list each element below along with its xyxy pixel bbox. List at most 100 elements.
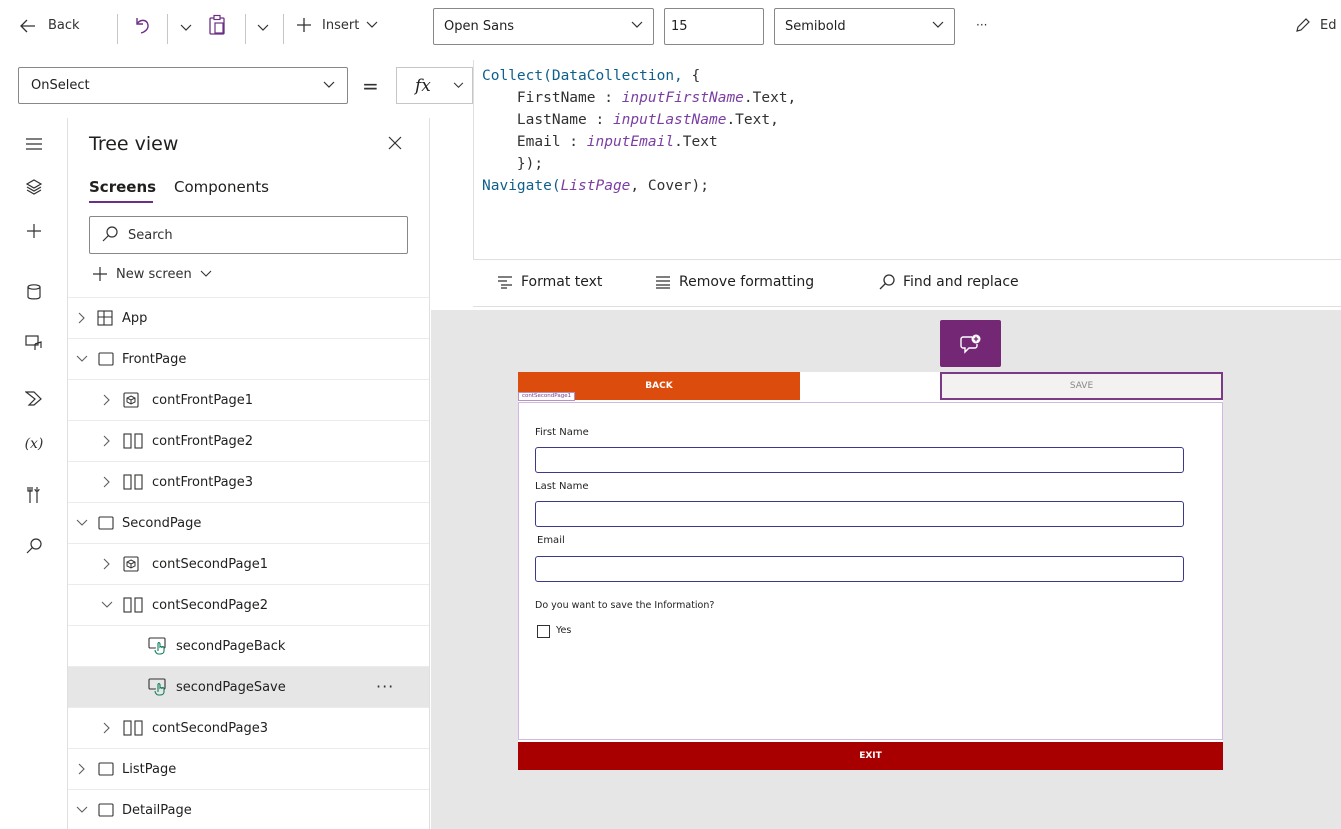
code-token: .Text, [726, 112, 779, 128]
tree-item-secondpage[interactable]: SecondPage [68, 502, 429, 543]
tree-item-secondpagesave[interactable]: secondPageSave ··· [68, 666, 429, 707]
paste-dropdown[interactable] [257, 24, 269, 32]
new-screen-label: New screen [116, 266, 192, 282]
tree-item-contfrontpage2[interactable]: contFrontPage2 [68, 420, 429, 461]
tree-item-app[interactable]: App [68, 297, 429, 338]
data-button[interactable] [22, 280, 46, 304]
tree-item-contfrontpage3[interactable]: contFrontPage3 [68, 461, 429, 502]
insert-label: Insert [322, 17, 360, 33]
back-label: Back [48, 18, 80, 33]
chevron-down-icon [932, 21, 944, 28]
chevron-down-icon [76, 519, 88, 526]
insert-button[interactable]: Insert [296, 17, 378, 33]
function-button[interactable]: fx [396, 67, 473, 104]
tree-item-contsecondpage3[interactable]: contSecondPage3 [68, 707, 429, 748]
remove-formatting-button[interactable]: Remove formatting [655, 274, 814, 290]
plus-icon [93, 267, 107, 281]
screen-icon [98, 516, 114, 530]
tree-item-label: secondPageBack [176, 638, 286, 654]
tree-item-secondpageback[interactable]: secondPageBack [68, 625, 429, 666]
tab-components[interactable]: Components [174, 178, 269, 196]
hamburger-icon [26, 138, 42, 150]
undo-button[interactable] [133, 15, 151, 35]
search-placeholder: Search [128, 227, 173, 243]
design-canvas[interactable]: BACK SAVE contSecondPage1 First Name Las… [431, 310, 1341, 829]
variables-button[interactable]: (x) [22, 432, 46, 456]
property-select[interactable]: OnSelect [18, 67, 348, 104]
close-panel-button[interactable] [388, 136, 402, 150]
paste-button[interactable] [208, 14, 226, 36]
item-more-button[interactable]: ··· [376, 677, 394, 696]
find-replace-label: Find and replace [903, 274, 1019, 290]
tree-item-listpage[interactable]: ListPage [68, 748, 429, 789]
tree-item-label: ListPage [122, 761, 177, 777]
tree-item-detailpage[interactable]: DetailPage [68, 789, 429, 829]
code-token: inputFirstName [621, 90, 744, 106]
tree-view-button[interactable] [22, 175, 46, 199]
add-comment-button[interactable] [940, 320, 1001, 367]
equals-sign: = [362, 74, 379, 98]
formula-editor[interactable]: Collect(DataCollection, { FirstName : in… [473, 60, 1341, 260]
screen-icon [98, 352, 114, 366]
code-token: Navigate( [482, 178, 561, 194]
more-options-button[interactable]: ··· [976, 18, 987, 32]
yes-checkbox[interactable] [537, 625, 550, 638]
remove-formatting-label: Remove formatting [679, 274, 815, 290]
tree-item-label: DetailPage [122, 802, 192, 818]
undo-dropdown[interactable] [180, 24, 192, 32]
code-token: inputLastName [612, 112, 727, 128]
toolbar-divider [245, 14, 246, 44]
horizontal-container-icon [123, 474, 143, 490]
tree-item-label: contFrontPage3 [152, 474, 254, 490]
font-size-input[interactable]: 15 [664, 8, 764, 45]
advanced-tools-button[interactable] [22, 483, 46, 507]
font-family-value: Open Sans [444, 19, 515, 34]
horizontal-container-icon [123, 433, 143, 449]
exit-button[interactable]: EXIT [518, 742, 1223, 770]
chevron-right-icon [103, 394, 110, 406]
layers-icon [26, 179, 42, 195]
tools-icon [27, 487, 40, 503]
media-icon [25, 335, 42, 350]
insert-rail-button[interactable] [22, 219, 46, 243]
screen-icon [98, 803, 114, 817]
chevron-right-icon [78, 312, 85, 324]
app-screen-preview[interactable]: BACK SAVE contSecondPage1 First Name Las… [518, 372, 1223, 770]
tree-item-contsecondpage2[interactable]: contSecondPage2 [68, 584, 429, 625]
chevron-down-icon [366, 21, 378, 28]
last-name-input[interactable] [535, 501, 1184, 527]
left-rail: (x) [0, 118, 68, 829]
code-token: FirstName : [482, 90, 622, 106]
tree-item-label: contFrontPage1 [152, 392, 254, 408]
edit-button[interactable]: Ed [1295, 17, 1336, 33]
search-input[interactable]: Search [89, 216, 408, 254]
plus-icon [297, 18, 311, 32]
menu-button[interactable] [22, 132, 46, 156]
new-screen-button[interactable]: New screen [92, 266, 212, 282]
find-replace-button[interactable]: Find and replace [879, 274, 1019, 290]
property-value: OnSelect [31, 78, 90, 93]
tree-item-frontpage[interactable]: FrontPage [68, 338, 429, 379]
database-icon [27, 284, 41, 300]
font-family-select[interactable]: Open Sans [433, 8, 654, 45]
format-text-button[interactable]: Format text [497, 274, 602, 290]
media-button[interactable] [22, 331, 46, 355]
formula-format-bar: Format text Remove formatting Find and r… [473, 260, 1341, 307]
second-page-save-button[interactable]: SAVE [940, 372, 1223, 400]
code-token: Email : [482, 134, 587, 150]
search-icon [879, 274, 895, 290]
tree-view-panel: Tree view Screens Components Search New … [68, 118, 430, 829]
search-rail-button[interactable] [22, 534, 46, 558]
power-automate-button[interactable] [22, 386, 46, 410]
edit-label: Ed [1320, 17, 1337, 33]
tree-item-contfrontpage1[interactable]: contFrontPage1 [68, 379, 429, 420]
back-button[interactable]: Back [20, 18, 80, 33]
tab-screens[interactable]: Screens [89, 178, 156, 196]
tree-item-label: SecondPage [122, 515, 202, 531]
email-input[interactable] [535, 556, 1184, 582]
font-weight-select[interactable]: Semibold [774, 8, 955, 45]
tree-item-contsecondpage1[interactable]: contSecondPage1 [68, 543, 429, 584]
button-control-icon [148, 637, 166, 655]
horizontal-container-icon [123, 720, 143, 736]
first-name-input[interactable] [535, 447, 1184, 473]
